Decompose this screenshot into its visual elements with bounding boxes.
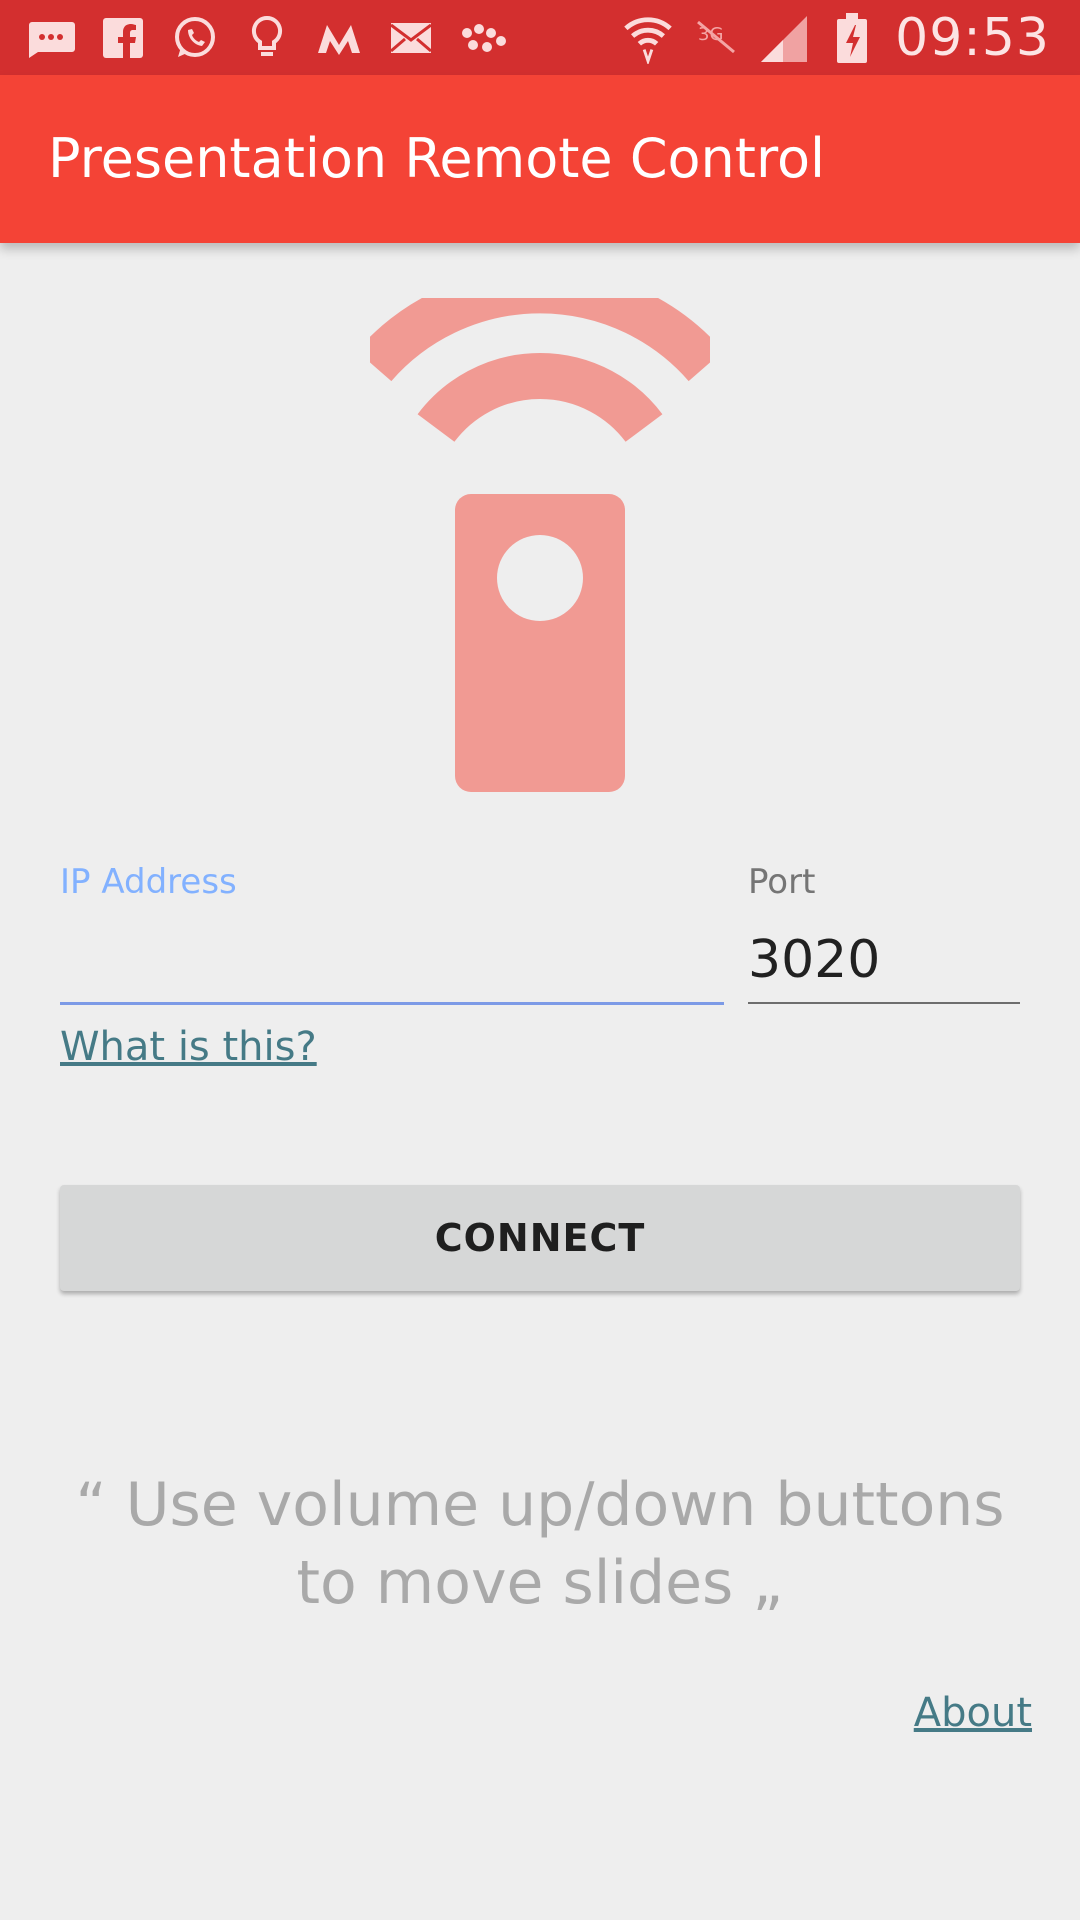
lightbulb-icon xyxy=(242,12,292,64)
myntra-icon xyxy=(314,12,364,64)
port-label: Port xyxy=(748,862,816,902)
ip-address-input[interactable] xyxy=(60,918,724,1005)
message-icon xyxy=(26,12,76,64)
connect-button[interactable]: CONNECT xyxy=(60,1185,1020,1291)
remote-control-icon xyxy=(356,267,724,798)
wifi-icon xyxy=(623,12,673,64)
volume-hint-text: “ Use volume up/down buttons to move sli… xyxy=(75,1470,1005,1618)
facebook-icon xyxy=(98,12,148,64)
mobile-data-off-icon: 3G xyxy=(691,12,741,64)
app-grid-icon xyxy=(458,12,508,64)
app-bar: Presentation Remote Control xyxy=(0,75,1080,243)
signal-icon xyxy=(759,12,809,64)
port-input[interactable] xyxy=(748,918,1020,1004)
status-bar: 3G 09:53 xyxy=(0,0,1080,75)
notification-icons xyxy=(26,12,508,64)
what-is-this-link[interactable]: What is this? xyxy=(60,1024,317,1070)
about-link[interactable]: About xyxy=(914,1690,1032,1736)
whatsapp-icon xyxy=(170,12,220,64)
mail-icon xyxy=(386,12,436,64)
ip-address-label: IP Address xyxy=(60,862,237,902)
app-title: Presentation Remote Control xyxy=(48,127,826,190)
system-status-icons: 3G 09:53 xyxy=(623,8,1050,68)
status-time: 09:53 xyxy=(895,8,1050,68)
battery-charging-icon xyxy=(827,12,877,64)
